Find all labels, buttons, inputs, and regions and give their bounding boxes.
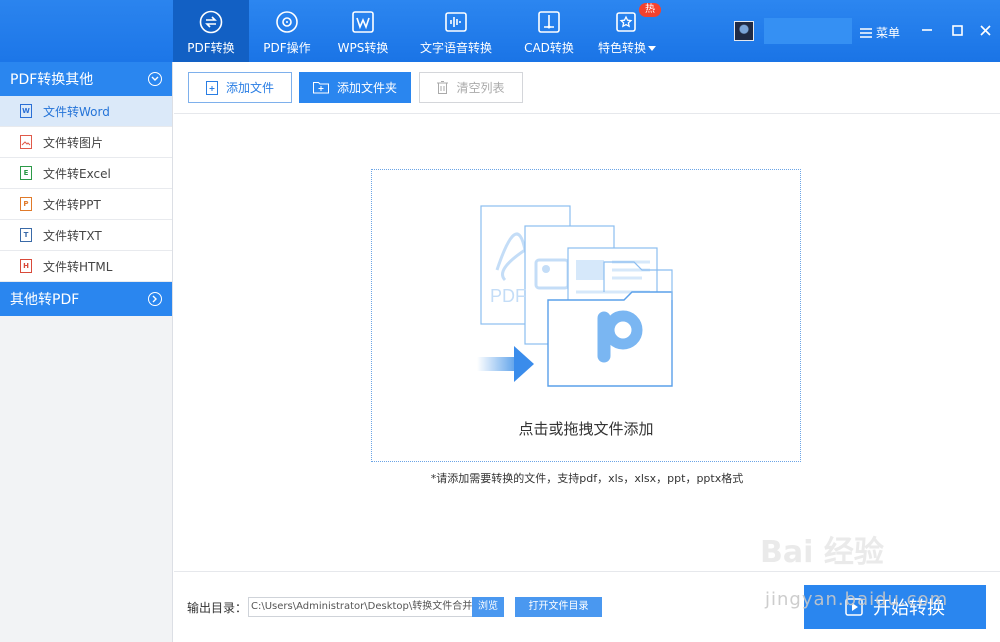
sidebar-item-label: 文件转图片 xyxy=(43,135,104,150)
sidebar-group-label: 其他转PDF xyxy=(10,292,80,308)
txt-file-icon: T xyxy=(20,228,32,242)
supported-formats-hint: *请添加需要转换的文件，支持pdf，xls，xlsx，ppt，pptx格式 xyxy=(430,472,744,485)
file-drop-zone[interactable]: PDF 点击或拖拽文件添加 xyxy=(371,169,801,462)
chevron-down-icon xyxy=(148,72,162,86)
toolbar: 添加文件 添加文件夹 清空列表 xyxy=(174,62,1000,114)
main-nav: PDF转换 PDF操作 WPS转换 文字语音转换 CAD转换 热 特色转换 xyxy=(173,0,667,62)
hot-badge: 热 xyxy=(639,3,661,17)
sidebar-item-label: 文件转Word xyxy=(43,104,110,119)
nav-pdf-convert[interactable]: PDF转换 xyxy=(173,0,249,62)
convert-icon xyxy=(198,9,224,35)
wps-icon xyxy=(350,9,376,35)
maximize-button[interactable] xyxy=(947,20,967,40)
add-folder-label: 添加文件夹 xyxy=(336,81,397,95)
sidebar-item-label: 文件转PPT xyxy=(43,197,101,212)
nav-pdf-operation[interactable]: PDF操作 xyxy=(249,0,325,62)
nav-label: CAD转换 xyxy=(524,41,574,55)
add-file-icon xyxy=(205,80,218,95)
nav-text-voice[interactable]: 文字语音转换 xyxy=(401,0,511,62)
star-icon xyxy=(614,9,640,35)
nav-label: 特色转换 xyxy=(598,39,656,56)
logo-area xyxy=(0,0,173,62)
ppt-file-icon: P xyxy=(20,197,32,211)
sidebar-item-html[interactable]: H 文件转HTML xyxy=(0,251,172,282)
add-file-button[interactable]: 添加文件 xyxy=(188,72,292,103)
output-dir-label: 输出目录： xyxy=(187,601,248,615)
excel-file-icon: E xyxy=(20,166,32,180)
nav-wps-convert[interactable]: WPS转换 xyxy=(325,0,401,62)
start-convert-label: 开始转换 xyxy=(873,598,945,619)
footer-bar: 输出目录： C:\Users\Administrator\Desktop\转换文… xyxy=(174,571,1000,642)
html-file-icon: H xyxy=(20,259,32,273)
browse-button[interactable]: 浏览 xyxy=(472,597,504,617)
hamburger-icon xyxy=(860,27,872,38)
add-folder-icon xyxy=(312,82,329,94)
sidebar-group-label: PDF转换其他 xyxy=(10,72,94,88)
minimize-button[interactable] xyxy=(917,20,937,40)
start-convert-button[interactable]: 开始转换 xyxy=(804,585,986,629)
sidebar-item-label: 文件转HTML xyxy=(43,259,113,274)
nav-featured-convert[interactable]: 热 特色转换 xyxy=(587,0,667,62)
file-drop-illustration: PDF xyxy=(477,205,673,387)
nav-label: PDF转换 xyxy=(187,41,235,55)
chevron-down-icon xyxy=(648,46,656,51)
open-folder-button[interactable]: 打开文件目录 xyxy=(515,597,602,617)
sidebar-item-excel[interactable]: E 文件转Excel xyxy=(0,158,172,189)
close-icon xyxy=(979,24,991,36)
add-file-label: 添加文件 xyxy=(225,81,274,95)
sidebar-group-other-to-pdf[interactable]: 其他转PDF xyxy=(0,282,172,316)
sidebar-item-label: 文件转Excel xyxy=(43,166,111,181)
cad-icon xyxy=(536,9,562,35)
maximize-icon xyxy=(951,24,963,36)
watermark-text: Bai 经验 xyxy=(760,535,884,570)
sidebar-item-image[interactable]: 文件转图片 xyxy=(0,127,172,158)
chevron-right-icon xyxy=(148,292,162,306)
sidebar: PDF转换其他 W 文件转Word 文件转图片 E 文件转Excel P 文件转… xyxy=(0,62,173,642)
word-file-icon: W xyxy=(20,104,32,118)
drop-zone-text: 点击或拖拽文件添加 xyxy=(518,420,654,438)
image-file-icon xyxy=(20,135,32,149)
add-folder-button[interactable]: 添加文件夹 xyxy=(299,72,411,103)
clear-list-label: 清空列表 xyxy=(456,81,505,95)
trash-icon xyxy=(437,81,449,94)
sidebar-item-txt[interactable]: T 文件转TXT xyxy=(0,220,172,251)
play-icon xyxy=(845,598,863,616)
menu-button[interactable]: 菜单 xyxy=(860,24,900,41)
minimize-icon xyxy=(922,29,932,31)
sidebar-group-pdf-to-other[interactable]: PDF转换其他 xyxy=(0,62,172,96)
sidebar-item-label: 文件转TXT xyxy=(43,228,102,243)
nav-label: 文字语音转换 xyxy=(419,41,492,55)
pdf-watermark-text: PDF xyxy=(490,286,526,306)
sidebar-item-word[interactable]: W 文件转Word xyxy=(0,96,172,127)
title-bar: PDF转换 PDF操作 WPS转换 文字语音转换 CAD转换 热 特色转换 菜单 xyxy=(0,0,1000,62)
menu-label: 菜单 xyxy=(876,26,901,40)
nav-label: PDF操作 xyxy=(263,41,311,55)
clear-list-button[interactable]: 清空列表 xyxy=(419,72,523,103)
close-button[interactable] xyxy=(975,20,995,40)
nav-cad-convert[interactable]: CAD转换 xyxy=(511,0,587,62)
nav-label: WPS转换 xyxy=(337,41,389,55)
sidebar-item-ppt[interactable]: P 文件转PPT xyxy=(0,189,172,220)
settings-icon xyxy=(274,9,300,35)
output-path-field[interactable]: C:\Users\Administrator\Desktop\转换文件合并 xyxy=(248,597,474,617)
audio-wave-icon xyxy=(443,9,469,35)
avatar[interactable] xyxy=(734,21,754,41)
username-box[interactable] xyxy=(764,18,852,44)
